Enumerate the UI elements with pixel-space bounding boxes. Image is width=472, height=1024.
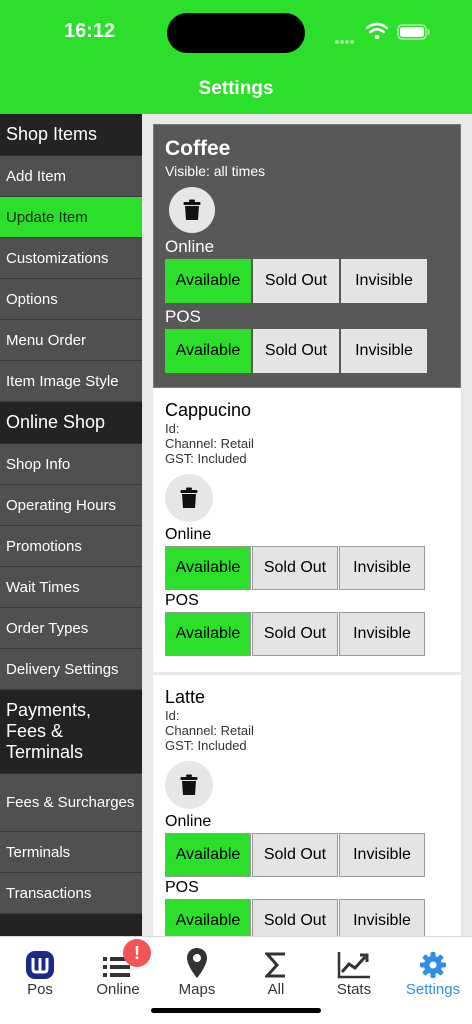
wifi-icon [366, 22, 388, 40]
available-button[interactable]: Available [165, 899, 251, 936]
tab-label: Stats [336, 981, 372, 998]
pos-logo-icon [26, 951, 54, 979]
sidebar: Shop Items Add Item Update Item Customiz… [0, 114, 142, 936]
online-status-buttons: Available Sold Out Invisible [165, 259, 449, 303]
delete-item-button[interactable] [165, 474, 213, 522]
pos-label: POS [165, 307, 201, 326]
online-status-buttons: Available Sold Out Invisible [165, 546, 449, 590]
available-button[interactable]: Available [165, 546, 251, 590]
main-content[interactable]: Coffee Visible: all times Online Availab… [142, 114, 472, 936]
trash-icon [180, 774, 198, 795]
delete-category-button[interactable] [169, 187, 215, 233]
online-label: Online [165, 237, 215, 256]
item-card: Latte Id: Channel: Retail GST: Included … [153, 675, 461, 936]
invisible-button[interactable]: Invisible [339, 612, 425, 656]
pos-label: POS [165, 592, 199, 609]
sidebar-item-terminals[interactable]: Terminals [0, 832, 142, 873]
notification-badge: ! [123, 939, 151, 967]
tab-pos[interactable]: Pos [1, 945, 79, 998]
page-title: Settings [198, 78, 274, 99]
category-card: Coffee Visible: all times Online Availab… [153, 124, 461, 388]
pos-status-buttons: Available Sold Out Invisible [165, 899, 449, 936]
category-visibility: Visible: all times [165, 163, 266, 179]
available-button[interactable]: Available [165, 612, 251, 656]
item-channel: Channel: Retail [165, 436, 254, 451]
signal-icon [335, 31, 357, 44]
sidebar-section-online-shop: Online Shop [0, 402, 142, 444]
item-name: Cappucino [165, 400, 252, 420]
home-indicator[interactable] [151, 1008, 321, 1013]
item-card: Cappucino Id: Channel: Retail GST: Inclu… [153, 388, 461, 675]
category-title: Coffee [165, 137, 231, 160]
invisible-button[interactable]: Invisible [339, 833, 425, 877]
online-label: Online [165, 526, 212, 543]
online-label: Online [165, 813, 212, 830]
item-gst: GST: Included [165, 738, 247, 753]
status-time: 16:12 [64, 20, 116, 42]
tab-settings[interactable]: Settings [394, 945, 472, 998]
sold-out-button[interactable]: Sold Out [253, 259, 339, 303]
sidebar-item-delivery-settings[interactable]: Delivery Settings [0, 649, 142, 690]
chart-icon [337, 952, 370, 979]
tab-label: Settings [405, 981, 461, 998]
tab-label: All [267, 981, 285, 998]
sidebar-item-customizations[interactable]: Customizations [0, 238, 142, 279]
sold-out-button[interactable]: Sold Out [252, 899, 338, 936]
available-button[interactable]: Available [165, 329, 251, 373]
invisible-button[interactable]: Invisible [341, 329, 427, 373]
invisible-button[interactable]: Invisible [339, 546, 425, 590]
sidebar-item-wait-times[interactable]: Wait Times [0, 567, 142, 608]
sidebar-item-menu-order[interactable]: Menu Order [0, 320, 142, 361]
map-pin-icon [187, 948, 207, 978]
tab-stats[interactable]: Stats [315, 945, 393, 998]
item-gst: GST: Included [165, 451, 247, 466]
trash-icon [183, 199, 201, 220]
sidebar-item-order-types[interactable]: Order Types [0, 608, 142, 649]
sold-out-button[interactable]: Sold Out [253, 329, 339, 373]
sidebar-item-fees-surcharges[interactable]: Fees & Surcharges [0, 774, 142, 832]
camera-notch [167, 13, 305, 53]
tab-online[interactable]: ! Online [79, 939, 157, 998]
online-status-buttons: Available Sold Out Invisible [165, 833, 449, 877]
pos-status-buttons: Available Sold Out Invisible [165, 612, 449, 656]
sidebar-section-payments: Payments, Fees & Terminals [0, 690, 142, 774]
sidebar-section-shop-items: Shop Items [0, 114, 142, 156]
sidebar-item-promotions[interactable]: Promotions [0, 526, 142, 567]
sigma-icon [265, 952, 285, 978]
delete-item-button[interactable] [165, 761, 213, 809]
pos-label: POS [165, 879, 199, 896]
available-button[interactable]: Available [165, 259, 251, 303]
item-id: Id: [165, 708, 180, 723]
invisible-button[interactable]: Invisible [339, 899, 425, 936]
gear-icon [420, 952, 446, 978]
sidebar-item-item-image-style[interactable]: Item Image Style [0, 361, 142, 402]
sidebar-item-update-item[interactable]: Update Item [0, 197, 142, 238]
sold-out-button[interactable]: Sold Out [252, 546, 338, 590]
item-id: Id: [165, 421, 180, 436]
sold-out-button[interactable]: Sold Out [252, 612, 338, 656]
tab-label: Maps [178, 981, 216, 998]
sidebar-item-operating-hours[interactable]: Operating Hours [0, 485, 142, 526]
trash-icon [180, 487, 198, 508]
sidebar-item-shop-info[interactable]: Shop Info [0, 444, 142, 485]
tab-label: Online [96, 981, 140, 998]
available-button[interactable]: Available [165, 833, 251, 877]
pos-status-buttons: Available Sold Out Invisible [165, 329, 449, 373]
sidebar-item-transactions[interactable]: Transactions [0, 873, 142, 914]
battery-icon [397, 24, 430, 40]
item-name: Latte [165, 687, 206, 707]
invisible-button[interactable]: Invisible [341, 259, 427, 303]
sidebar-item-options[interactable]: Options [0, 279, 142, 320]
tab-all[interactable]: All [237, 945, 315, 998]
header: 16:12 Settings [0, 0, 472, 114]
sidebar-item-add-item[interactable]: Add Item [0, 156, 142, 197]
tab-label: Pos [27, 981, 53, 998]
tab-maps[interactable]: Maps [158, 945, 236, 998]
sold-out-button[interactable]: Sold Out [252, 833, 338, 877]
item-channel: Channel: Retail [165, 723, 254, 738]
